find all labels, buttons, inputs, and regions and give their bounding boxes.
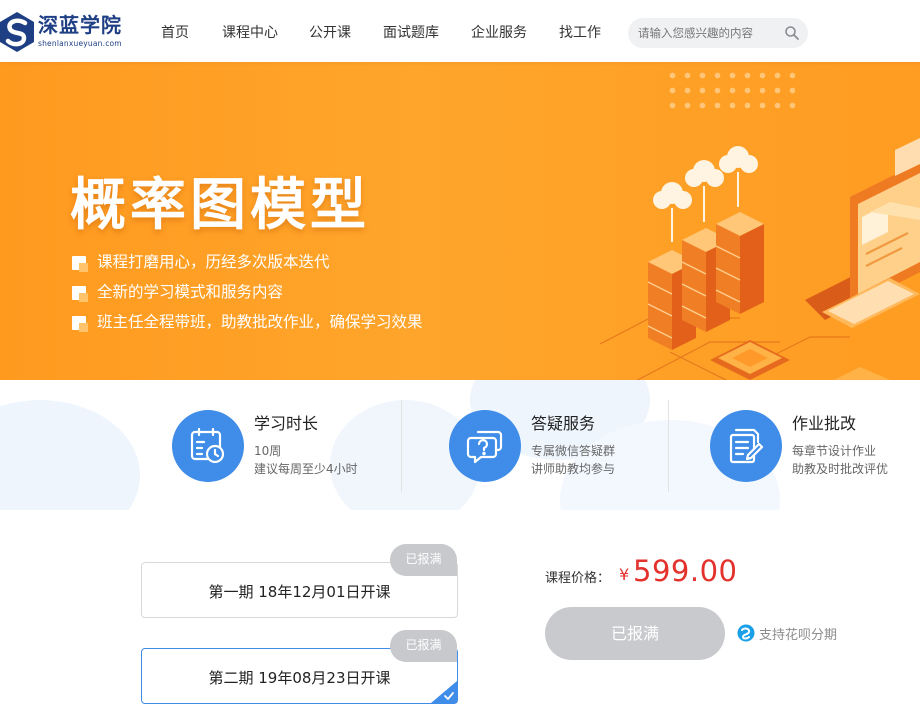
bullet-icon	[72, 286, 88, 302]
session-label: 第二期 19年08月23日开课	[208, 669, 391, 687]
info-icon-circle	[172, 410, 244, 482]
enroll-button[interactable]: 已报满	[545, 607, 725, 660]
banner-feature-item: 全新的学习模式和服务内容	[72, 282, 423, 312]
banner-feature-list: 课程打磨用心，历经多次版本迭代 全新的学习模式和服务内容 班主任全程带班，助教批…	[72, 252, 423, 342]
divider	[668, 400, 669, 492]
banner-feature-text: 全新的学习模式和服务内容	[97, 283, 284, 301]
installment-text: 支持花呗分期	[759, 628, 838, 643]
info-detail: 每章节设计作业	[792, 444, 877, 458]
divider	[401, 400, 402, 492]
info-detail: 专属微信答疑群	[531, 444, 616, 458]
server-computer-illustration	[599, 138, 920, 380]
info-title: 学习时长	[254, 414, 319, 433]
selected-check-icon	[431, 681, 457, 703]
site-logo[interactable]: 深蓝学院 shenlanxueyuan.com	[0, 8, 140, 54]
info-icon-circle	[449, 410, 521, 482]
bullet-icon	[72, 316, 88, 332]
nav-item-jobs[interactable]: 找工作	[559, 22, 601, 42]
banner-feature-item: 班主任全程带班，助教批改作业，确保学习效果	[72, 312, 423, 342]
nav-item-open-courses[interactable]: 公开课	[309, 22, 351, 42]
info-qa-service: 答疑服务 专属微信答疑群 讲师助教均参与	[449, 380, 709, 510]
banner-dot-pattern	[665, 68, 795, 113]
info-title: 答疑服务	[531, 414, 596, 433]
chat-question-icon	[466, 430, 503, 464]
info-detail: 建议每周至少4小时	[254, 462, 358, 476]
price-value: 599.00	[633, 554, 738, 588]
logo-mark-icon	[0, 12, 34, 52]
info-study-duration: 学习时长 10周 建议每周至少4小时	[172, 380, 432, 510]
price-label: 课程价格：	[545, 571, 611, 586]
site-header: 深蓝学院 shenlanxueyuan.com 首页 课程中心 公开课 面试题库…	[0, 0, 920, 62]
nav-item-enterprise[interactable]: 企业服务	[471, 22, 527, 42]
search-box	[628, 18, 808, 48]
status-badge-full: 已报满	[390, 630, 457, 662]
info-homework-grading: 作业批改 每章节设计作业 助教及时批改评优	[710, 380, 920, 510]
info-icon-circle	[710, 410, 782, 482]
status-badge-full: 已报满	[390, 544, 457, 576]
banner-feature-text: 课程打磨用心，历经多次版本迭代	[97, 253, 330, 271]
calendar-clock-icon	[190, 427, 225, 464]
info-detail: 10周	[254, 444, 282, 458]
logo-name: 深蓝学院	[38, 13, 122, 37]
info-title: 作业批改	[792, 414, 857, 433]
document-edit-icon	[729, 428, 764, 464]
bullet-icon	[72, 256, 88, 272]
nav-item-interview-questions[interactable]: 面试题库	[383, 22, 439, 42]
background-shape	[0, 400, 140, 510]
info-detail: 助教及时批改评优	[792, 462, 889, 476]
nav-item-home[interactable]: 首页	[161, 22, 189, 42]
course-title: 概率图模型	[70, 173, 370, 238]
logo-domain: shenlanxueyuan.com	[38, 39, 122, 48]
search-icon[interactable]	[784, 25, 800, 41]
info-detail: 讲师助教均参与	[531, 462, 616, 476]
banner-feature-text: 班主任全程带班，助教批改作业，确保学习效果	[97, 313, 423, 331]
nav-item-courses[interactable]: 课程中心	[222, 22, 278, 42]
session-label: 第一期 18年12月01日开课	[208, 583, 391, 601]
search-input[interactable]	[638, 24, 778, 42]
huabei-icon	[737, 624, 755, 642]
course-banner: 概率图模型 课程打磨用心，历经多次版本迭代 全新的学习模式和服务内容 班主任全程…	[0, 62, 920, 380]
course-info-strip: 学习时长 10周 建议每周至少4小时 答疑服务 专属微信答疑群 讲师助教均参与	[0, 380, 920, 510]
banner-feature-item: 课程打磨用心，历经多次版本迭代	[72, 252, 423, 282]
price-currency: ¥	[619, 565, 630, 584]
